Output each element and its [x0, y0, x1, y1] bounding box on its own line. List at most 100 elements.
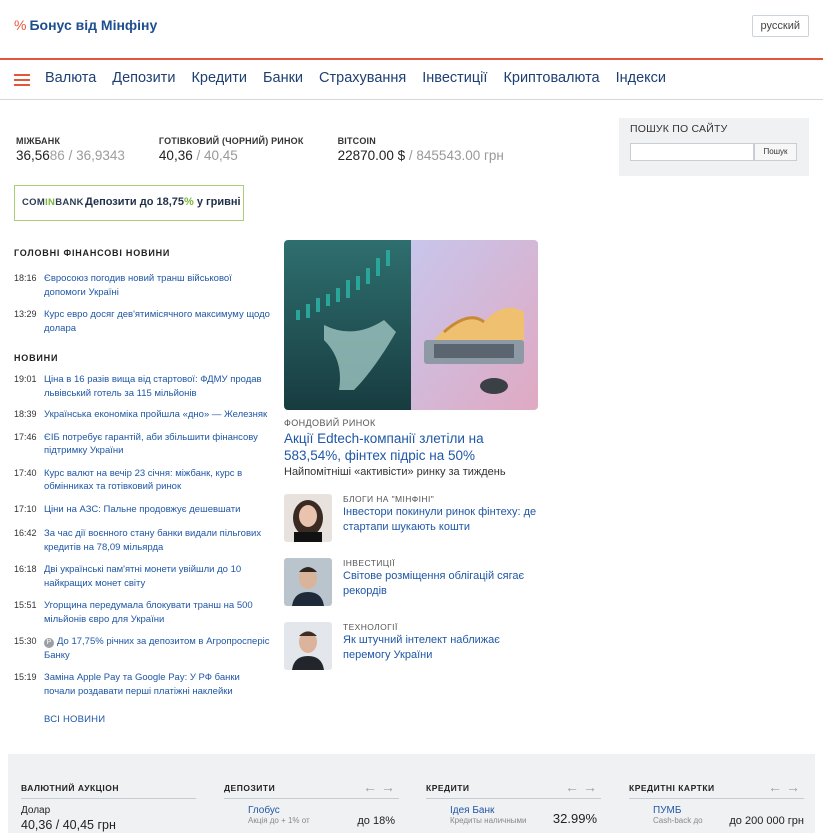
story-title[interactable]: Світове розміщення облігацій сягає рекор… — [343, 569, 538, 598]
promo-text-part: у гривні — [193, 196, 241, 208]
list-item: 16:42 За час дії воєнного стану банки вид… — [14, 527, 272, 554]
news-time: 16:18 — [14, 564, 37, 574]
main-nav: Валюта Депозити Кредити Банки Страхуванн… — [0, 62, 823, 100]
currency-rate: 40,36 / 40,45 грн — [21, 818, 116, 832]
main-news-title: ГОЛОВНІ ФІНАНСОВІ НОВИНИ — [14, 248, 171, 258]
side-story: БЛОГИ НА "МІНФІНІ" Інвестори покинули ри… — [284, 494, 538, 542]
news-link[interactable]: ЄІБ потребує гарантій, аби збільшити фін… — [44, 432, 258, 457]
offer-value: до 200 000 грн — [729, 815, 804, 827]
nav-item-currency[interactable]: Валюта — [45, 70, 96, 86]
author-avatar[interactable] — [284, 558, 332, 606]
rate-value: 36,5686 / 36,9343 — [16, 148, 125, 163]
search-input[interactable] — [630, 143, 754, 161]
featured-title[interactable]: Акції Edtech-компанії злетіли на 583,54%… — [284, 430, 524, 464]
news-link[interactable]: Курс евро досяг дев'ятимісячного максиму… — [44, 309, 270, 334]
story-title[interactable]: Інвестори покинули ринок фінтеху: де ста… — [343, 505, 538, 534]
list-item: 15:30 P До 17,75% річних за депозитом в Аг… — [14, 635, 272, 662]
widget-title[interactable]: ВАЛЮТНИЙ АУКЦІОН — [21, 783, 196, 799]
search-label: ПОШУК ПО САЙТУ — [630, 123, 728, 135]
news-time: 17:40 — [14, 467, 37, 478]
site-logo[interactable]: % Бонус від Мінфіну — [14, 17, 157, 33]
rate-buy: 40,36 — [158, 148, 193, 163]
site-header: % Бонус від Мінфіну русский — [0, 0, 823, 60]
list-item: 17:10 Ціни на АЗС: Пальне продовжує дешев… — [14, 503, 272, 517]
nav-item-deposits[interactable]: Депозити — [112, 70, 175, 86]
news-link[interactable]: Українська економіка пройшла «дно» — Жел… — [44, 409, 267, 420]
list-item: 15:19 Заміна Apple Pay та Google Pay: У Р… — [14, 671, 272, 698]
rate-sell-fraction: 43 — [109, 148, 125, 163]
author-avatar[interactable] — [284, 494, 332, 542]
language-switch-button[interactable]: русский — [751, 15, 809, 37]
rate-bitcoin[interactable]: BITCOIN 22870.00 $ / 845543.00 грн — [338, 136, 504, 163]
story-category[interactable]: ІНВЕСТИЦІЇ — [343, 558, 395, 568]
rate-label: МІЖБАНК — [16, 136, 61, 146]
rate-separator: / — [64, 148, 77, 163]
rate-separator: / — [405, 148, 417, 163]
featured-illustration — [284, 240, 538, 410]
news-time: 15:51 — [14, 600, 37, 610]
rate-interbank[interactable]: МІЖБАНК 36,5686 / 36,9343 — [16, 136, 125, 163]
cominbank-logo: COMINBANK — [22, 197, 84, 208]
rate-cash[interactable]: ГОТІВКОВИЙ (ЧОРНИЙ) РИНОК 40,36 / 40,45 — [159, 136, 304, 163]
news-time: 17:10 — [14, 503, 37, 514]
arrow-left-right-icon[interactable]: ←→ — [363, 779, 399, 795]
main-news-list: 18:16 Євросоюз погодив новий транш війсь… — [14, 272, 272, 335]
nav-item-credits[interactable]: Кредити — [191, 70, 247, 86]
man-portrait-icon — [284, 622, 332, 670]
featured-image[interactable] — [284, 240, 538, 410]
rates-bar: МІЖБАНК 36,5686 / 36,9343 ГОТІВКОВИЙ (ЧО… — [16, 136, 538, 163]
news-link[interactable]: Ціни на АЗС: Пальне продовжує дешевшати — [44, 504, 240, 515]
rate-sell: 36,93 — [76, 148, 110, 163]
logo-text: Бонус від Мінфіну — [29, 17, 158, 33]
arrow-left-right-icon[interactable]: ←→ — [768, 779, 804, 795]
rate-label: ГОТІВКОВИЙ (ЧОРНИЙ) РИНОК — [158, 136, 304, 146]
rate-separator: / — [192, 148, 204, 163]
news-link[interactable]: Ціна в 16 разів вища від стартової: ФДМУ… — [44, 374, 262, 399]
list-item: 13:29 Курс евро досяг дев'ятимісячного м… — [14, 308, 272, 335]
news-link[interactable]: Дві українські пам'ятні монети увійшли д… — [44, 564, 241, 589]
news-time: 18:16 — [14, 273, 37, 283]
widget-body: Долар 40,36 / 40,45 грн — [21, 805, 196, 832]
promo-text-part: Депозити до 18,75 — [85, 196, 185, 208]
list-item: 19:01 Ціна в 16 разів вища від стартової:… — [14, 373, 272, 400]
featured-subtitle: Найпомітніші «активісти» ринку за тижден… — [284, 466, 506, 478]
story-title[interactable]: Як штучний інтелект наближає перемогу Ук… — [343, 633, 538, 662]
woman-portrait-icon — [284, 494, 332, 542]
rate-label: BITCOIN — [337, 136, 376, 146]
arrow-left-right-icon[interactable]: ←→ — [565, 779, 601, 795]
sponsored-icon: P — [44, 638, 54, 648]
nav-item-investments[interactable]: Інвестиції — [422, 70, 487, 86]
news-link[interactable]: Угорщина передумала блокувати транш на 5… — [44, 600, 253, 625]
logo-part: IN — [45, 197, 56, 208]
nav-item-banks[interactable]: Банки — [263, 70, 303, 86]
news-time: 17:46 — [14, 431, 37, 442]
news-link[interactable]: P До 17,75% річних за депозитом в Агропро… — [44, 636, 269, 661]
rate-sell: 40,45 — [203, 148, 238, 163]
story-category[interactable]: ТЕХНОЛОГІЇ — [343, 622, 398, 632]
news-time: 15:30 — [14, 636, 37, 646]
story-category[interactable]: БЛОГИ НА "МІНФІНІ" — [343, 494, 434, 504]
news-link[interactable]: За час дії воєнного стану банки видали п… — [44, 528, 261, 553]
side-story: ТЕХНОЛОГІЇ Як штучний інтелект наближає … — [284, 622, 538, 670]
percent-logo-icon: % — [14, 17, 27, 33]
all-news-link[interactable]: ВСІ НОВИНИ — [44, 714, 105, 725]
bottom-widgets: ВАЛЮТНИЙ АУКЦІОН Долар 40,36 / 40,45 грн… — [8, 754, 815, 833]
rate-uah: 845543.00 грн — [416, 148, 504, 163]
promo-banner[interactable]: COMINBANK Депозити до 18,75% у гривні — [14, 185, 244, 221]
author-avatar[interactable] — [284, 622, 332, 670]
promo-text-part: % — [184, 196, 194, 208]
nav-items: Валюта Депозити Кредити Банки Страхуванн… — [45, 70, 666, 86]
news-link[interactable]: Заміна Apple Pay та Google Pay: У РФ бан… — [44, 672, 240, 697]
nav-item-insurance[interactable]: Страхування — [319, 70, 406, 86]
news-link[interactable]: Курс валют на вечір 23 січня: міжбанк, к… — [44, 468, 242, 493]
search-button[interactable]: Пошук — [754, 143, 797, 161]
hamburger-menu-icon[interactable] — [14, 74, 30, 86]
nav-item-indices[interactable]: Індекси — [616, 70, 666, 86]
news-time: 18:39 — [14, 409, 37, 419]
widget-body: Глобус Акцiя до + 1% от до 18% — [224, 805, 399, 827]
nav-item-crypto[interactable]: Криптовалюта — [503, 70, 599, 86]
rate-value: 40,36 / 40,45 — [159, 148, 304, 163]
featured-category[interactable]: ФОНДОВИЙ РИНОК — [284, 418, 376, 428]
promo-text: Депозити до 18,75% у гривні — [85, 196, 241, 208]
news-link[interactable]: Євросоюз погодив новий транш військової … — [44, 273, 232, 298]
